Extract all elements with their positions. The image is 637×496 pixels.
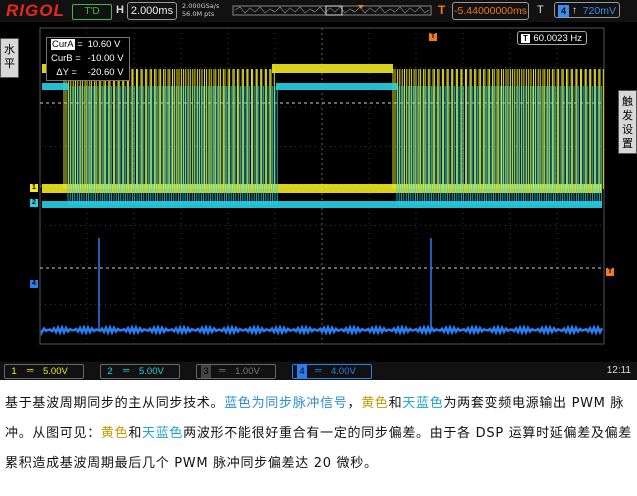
- ch4-scale: 4.00V: [331, 366, 356, 377]
- ch1-high-band: [272, 64, 393, 73]
- dc-coupling-icon: ═: [315, 365, 322, 375]
- rising-edge-icon: ↑: [572, 5, 577, 16]
- dc-coupling-icon: ═: [123, 365, 130, 375]
- dc-coupling-icon: ═: [219, 365, 226, 375]
- ch4-number: 4: [297, 365, 307, 378]
- cursor-b-value: -10.00 V: [87, 53, 124, 64]
- ch1-number: 1: [11, 366, 17, 377]
- dc-coupling-icon: ═: [27, 365, 34, 375]
- cursor-a-label: CurA: [51, 39, 75, 50]
- rigol-logo: RIGOL: [6, 1, 65, 20]
- caption-blue-highlight: 蓝色为同步脉冲信号: [224, 396, 348, 411]
- channel-status-bar: 1 ═ 5.00V 2 ═ 5.00V 3 ═ 1.00V 4 ═ 4.00V …: [0, 362, 637, 380]
- ch1-scale: 5.00V: [43, 366, 68, 377]
- cursor-a-value: 10.60 V: [87, 39, 121, 50]
- clock: 12:11: [606, 365, 631, 376]
- cursor-b-row: CurB = -10.00 V: [51, 53, 124, 64]
- run-state-badge[interactable]: T'D: [72, 4, 112, 20]
- trigger-level-value: 720mV: [582, 5, 616, 17]
- trigger-source-channel: 4: [558, 5, 569, 17]
- ch3-scale-box[interactable]: 3 ═ 1.00V: [196, 364, 276, 379]
- cursor-dy-row: ΔY = -20.60 V: [56, 67, 124, 78]
- frequency-value: 60.0023 Hz: [533, 33, 582, 44]
- memory-depth: 56.0M pts: [182, 10, 215, 18]
- horizontal-menu-tab[interactable]: 水平: [0, 38, 19, 78]
- oscilloscope-screen: RIGOL T'D H 2.000ms 2.000GSa/s 56.0M pts…: [0, 0, 637, 380]
- ch2-low-band: [42, 201, 602, 208]
- cursor-dy-value: -20.60 V: [87, 67, 124, 78]
- trigger-settings[interactable]: 4 ↑ 720mV: [554, 2, 620, 18]
- memory-position-indicator: [232, 5, 432, 16]
- timebase-value[interactable]: 2.000ms: [127, 2, 177, 20]
- horizontal-label: H: [116, 4, 124, 16]
- ch2-number: 2: [107, 366, 113, 377]
- ch1-low-band: [42, 184, 602, 193]
- trigger-level-marker[interactable]: T: [606, 268, 614, 276]
- trigger-menu-tab[interactable]: 触发设置: [618, 90, 637, 154]
- caption-text: 和: [128, 426, 143, 441]
- caption-yellow-highlight: 黄色: [361, 396, 389, 411]
- ch3-number: 3: [201, 365, 211, 378]
- caption-text: 基于基波周期同步的主从同步技术。: [5, 396, 225, 411]
- cursor-a-row: CurA = 10.60 V: [51, 39, 121, 50]
- ch1-scale-box[interactable]: 1 ═ 5.00V: [4, 364, 84, 379]
- caption-cyan-highlight: 天蓝色: [402, 396, 444, 411]
- ch4-offset-marker[interactable]: 4: [30, 280, 38, 288]
- caption-cyan-highlight: 天蓝色: [142, 426, 184, 441]
- sample-rate: 2.000GSa/s: [182, 2, 220, 10]
- caption-text: ，: [347, 396, 362, 411]
- cursor-readout: CurA = 10.60 V CurB = -10.00 V ΔY = -20.…: [46, 37, 130, 81]
- trigger-position-label: T: [438, 3, 446, 17]
- counter-icon: T: [521, 34, 530, 43]
- caption-paragraph: 基于基波周期同步的主从同步技术。蓝色为同步脉冲信号，黄色和天蓝色为两套变频电源输…: [5, 389, 633, 479]
- ch2-scale-box[interactable]: 2 ═ 5.00V: [100, 364, 180, 379]
- trigger-source-label: T: [537, 4, 544, 16]
- acquisition-info: 2.000GSa/s 56.0M pts: [182, 2, 219, 18]
- frequency-counter[interactable]: T 60.0023 Hz: [517, 31, 587, 45]
- caption-text: 和: [388, 396, 403, 411]
- caption-yellow-highlight: 黄色: [100, 426, 129, 441]
- ch1-offset-marker[interactable]: 1: [30, 184, 38, 192]
- cursor-dy-label: ΔY: [56, 67, 69, 78]
- ch4-scale-box[interactable]: 4 ═ 4.00V: [292, 364, 372, 379]
- ch2-offset-marker[interactable]: 2: [30, 199, 38, 207]
- ch2-high-band: [42, 83, 68, 90]
- trigger-position-value[interactable]: -5.44000000ms: [452, 2, 529, 20]
- ch2-high-band: [276, 83, 397, 90]
- top-status-bar: RIGOL T'D H 2.000ms 2.000GSa/s 56.0M pts…: [0, 0, 637, 22]
- ch3-scale: 1.00V: [235, 366, 260, 377]
- ch2-scale: 5.00V: [139, 366, 164, 377]
- cursor-b-label: CurB: [51, 53, 73, 64]
- trigger-position-marker[interactable]: T: [429, 33, 437, 41]
